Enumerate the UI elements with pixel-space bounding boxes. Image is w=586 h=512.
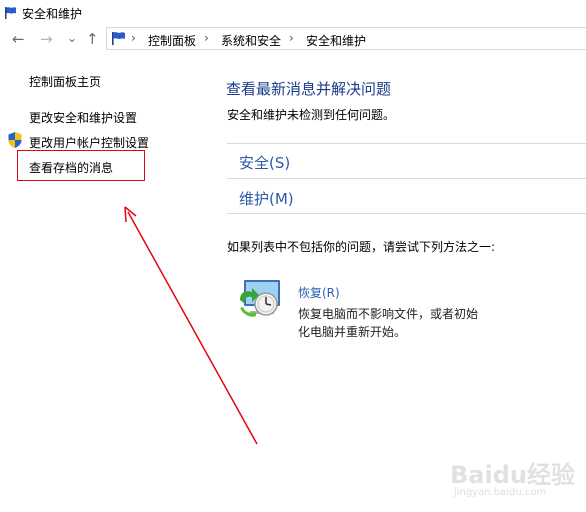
watermark-logo: Baidu经验 <box>450 461 575 489</box>
annotation-arrow <box>124 206 258 445</box>
watermark: Baidu经验 jingyan.baidu.com <box>450 455 586 505</box>
watermark-url: jingyan.baidu.com <box>454 487 547 498</box>
